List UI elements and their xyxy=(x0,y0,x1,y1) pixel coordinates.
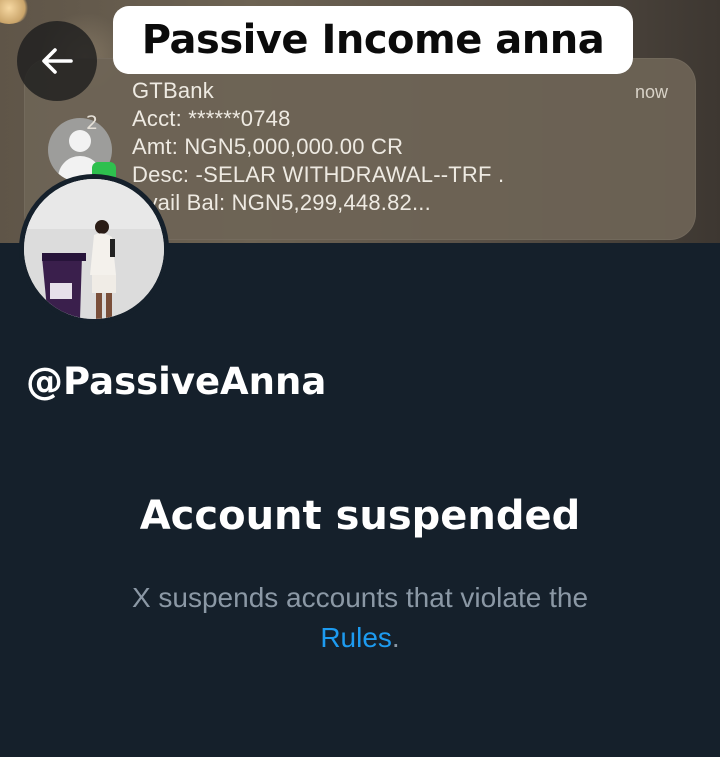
notification-count: 2 xyxy=(86,112,99,134)
profile-avatar[interactable] xyxy=(19,174,169,324)
arrow-left-icon xyxy=(42,48,73,74)
suspension-trailing: . xyxy=(391,622,400,653)
suspension-title: Account suspended xyxy=(139,493,581,539)
notification-desc-line: Desc: -SELAR WITHDRAWAL--TRF . xyxy=(132,162,505,187)
back-button[interactable] xyxy=(17,21,97,101)
light-bokeh xyxy=(0,0,30,24)
notification-balance-line: Avail Bal: NGN5,299,448.82... xyxy=(132,190,431,215)
notification-amount-line: Amt: NGN5,000,000.00 CR xyxy=(132,134,404,159)
rules-link[interactable]: Rules xyxy=(320,622,392,653)
suspension-message-text: X suspends accounts that violate the xyxy=(131,582,589,613)
page-title: Passive Income anna xyxy=(113,6,633,74)
notification-acct-line: Acct: ******0748 xyxy=(132,106,291,131)
notification-sender: GTBank xyxy=(132,78,214,103)
notification-time: now xyxy=(634,82,668,102)
profile-photo xyxy=(24,179,164,319)
profile-handle: @PassiveAnna xyxy=(26,360,327,403)
suspension-message: X suspends accounts that violate the Rul… xyxy=(60,578,660,658)
